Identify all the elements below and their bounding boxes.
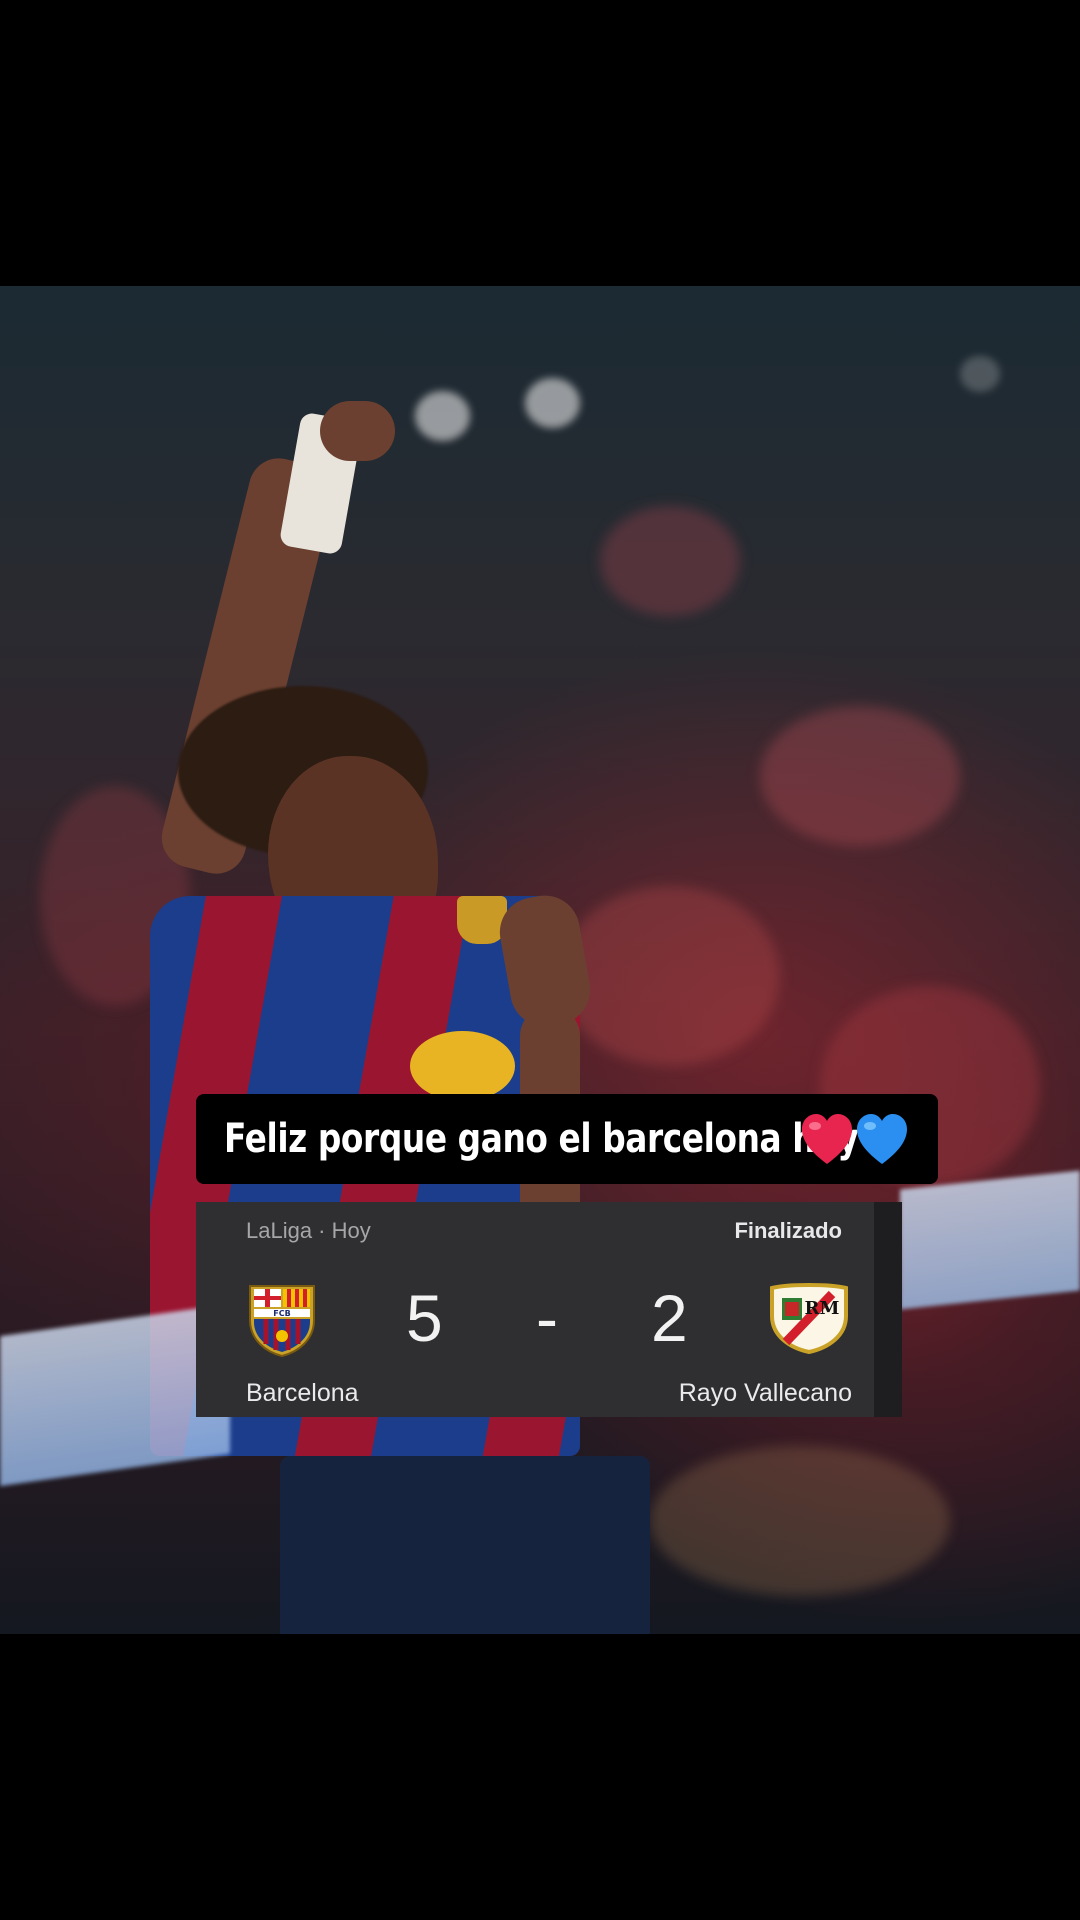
jersey-sponsor xyxy=(410,1031,515,1101)
caption-text: Feliz porque gano el barcelona hoy xyxy=(224,1116,859,1162)
card-edge xyxy=(874,1202,902,1417)
fist xyxy=(320,401,395,461)
match-score-card[interactable]: LaLiga · Hoy Finalizado FCB 5 - 2 RM Bar… xyxy=(196,1202,902,1417)
away-team-name: Rayo Vallecano xyxy=(678,1379,852,1407)
shorts xyxy=(280,1456,650,1634)
home-team-name: Barcelona xyxy=(246,1379,359,1407)
rayo-vallecano-crest-icon: RM xyxy=(770,1283,848,1354)
red-heart-icon xyxy=(802,1114,852,1164)
league-label: LaLiga · Hoy xyxy=(246,1218,371,1243)
away-score: 2 xyxy=(651,1281,688,1355)
blue-heart-icon xyxy=(857,1114,907,1164)
home-score: 5 xyxy=(406,1281,443,1355)
svg-text:RM: RM xyxy=(805,1298,840,1319)
fc-barcelona-crest-icon: FCB xyxy=(249,1285,315,1358)
led-board xyxy=(900,1170,1080,1310)
score-separator: - xyxy=(536,1281,558,1355)
match-status: Finalizado xyxy=(734,1218,842,1243)
svg-text:FCB: FCB xyxy=(273,1309,290,1318)
hearts-emoji xyxy=(802,1114,907,1164)
